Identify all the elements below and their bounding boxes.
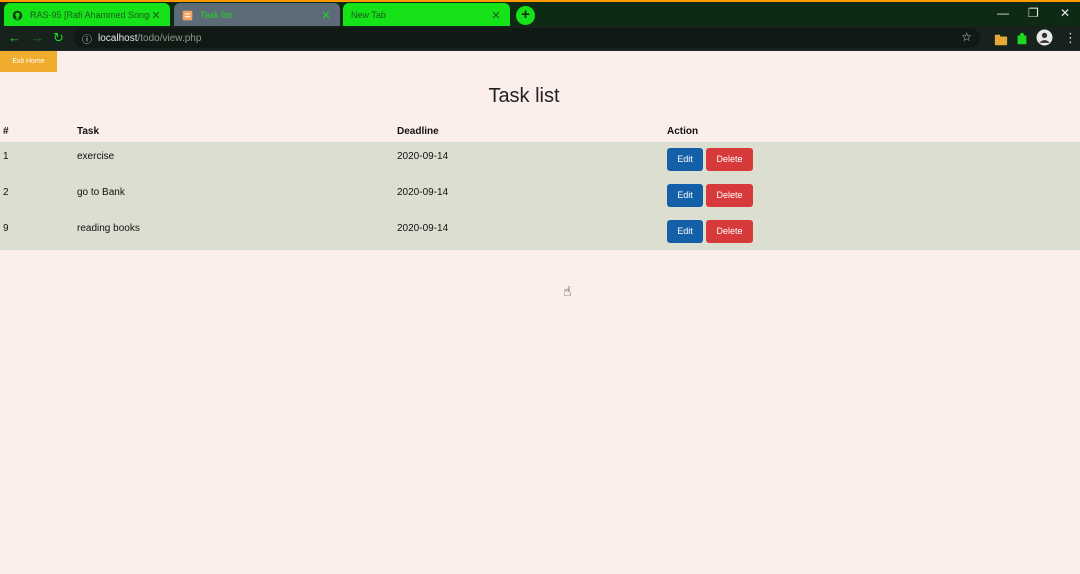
table-row: 2 go to Bank 2020-09-14 Edit Delete xyxy=(0,178,1080,214)
bookmark-star-icon[interactable]: ☆ xyxy=(961,30,972,44)
tab-new-tab[interactable]: New Tab ✕ xyxy=(343,3,510,27)
tab-github[interactable]: RAS-95 [Rafi Ahammed Songrat ✕ xyxy=(4,3,170,27)
folder-extension-icon[interactable] xyxy=(994,33,1008,47)
task-actions: Edit Delete xyxy=(664,178,1080,214)
column-header-number: # xyxy=(3,125,9,137)
task-deadline: 2020-09-14 xyxy=(397,151,449,162)
url-path: /todo/view.php xyxy=(137,32,202,44)
close-tab-icon[interactable]: ✕ xyxy=(490,9,502,22)
hand-cursor-icon: ☝ xyxy=(563,283,572,299)
profile-avatar-icon[interactable] xyxy=(1036,29,1053,46)
edit-button[interactable]: Edit xyxy=(667,148,703,171)
table-row: 9 reading books 2020-09-14 Edit Delete xyxy=(0,214,1080,250)
edit-button[interactable]: Edit xyxy=(667,220,703,243)
delete-button[interactable]: Delete xyxy=(706,148,753,171)
tab-title: RAS-95 [Rafi Ahammed Songrat xyxy=(30,10,150,20)
minimize-button[interactable]: — xyxy=(997,6,1009,20)
table-header-row: # Task Deadline Action xyxy=(0,120,1080,142)
task-number: 9 xyxy=(3,223,9,234)
close-window-button[interactable]: ✕ xyxy=(1060,6,1070,20)
forward-icon[interactable]: → xyxy=(31,30,44,45)
delete-button[interactable]: Delete xyxy=(706,184,753,207)
column-header-action: Action xyxy=(667,125,699,137)
new-tab-button[interactable]: + xyxy=(516,6,535,25)
tab-title: Task list xyxy=(200,10,233,20)
reload-icon[interactable]: ↻ xyxy=(53,30,64,46)
close-tab-icon[interactable]: ✕ xyxy=(150,9,162,22)
task-deadline: 2020-09-14 xyxy=(397,187,449,198)
url-host: localhost xyxy=(98,32,138,44)
task-number: 2 xyxy=(3,187,9,198)
exit-home-button[interactable]: Exit Home xyxy=(0,51,57,72)
task-actions: Edit Delete xyxy=(664,142,1080,178)
toolbar: ← → ↻ ⓘ localhost/todo/view.php ☆ ⋮ xyxy=(0,26,1080,50)
tab-strip: RAS-95 [Rafi Ahammed Songrat ✕ Task list… xyxy=(0,0,1080,27)
close-tab-icon[interactable]: ✕ xyxy=(320,9,332,22)
task-table: # Task Deadline Action 1 exercise 2020-0… xyxy=(0,120,1080,250)
puzzle-extension-icon[interactable] xyxy=(1015,32,1029,46)
column-header-task: Task xyxy=(77,125,100,137)
task-actions: Edit Delete xyxy=(664,214,1080,250)
back-icon[interactable]: ← xyxy=(8,30,21,45)
github-icon xyxy=(12,10,23,20)
column-header-deadline: Deadline xyxy=(397,125,439,137)
page-content: Exit Home Task list # Task Deadline Acti… xyxy=(0,51,1080,574)
page-icon xyxy=(182,10,193,20)
task-name: exercise xyxy=(77,151,115,162)
task-number: 1 xyxy=(3,151,9,162)
menu-icon[interactable]: ⋮ xyxy=(1064,30,1077,46)
info-icon[interactable]: ⓘ xyxy=(82,31,92,46)
edit-button[interactable]: Edit xyxy=(667,184,703,207)
table-row: 1 exercise 2020-09-14 Edit Delete xyxy=(0,142,1080,178)
task-name: go to Bank xyxy=(77,187,125,198)
tab-title: New Tab xyxy=(351,10,386,20)
task-deadline: 2020-09-14 xyxy=(397,223,449,234)
tab-task-list[interactable]: Task list ✕ xyxy=(174,3,340,27)
address-bar[interactable]: ⓘ localhost/todo/view.php ☆ xyxy=(74,28,980,48)
page-title: Task list xyxy=(488,85,560,107)
task-name: reading books xyxy=(77,223,140,234)
delete-button[interactable]: Delete xyxy=(706,220,753,243)
maximize-button[interactable]: ❐ xyxy=(1028,6,1039,20)
